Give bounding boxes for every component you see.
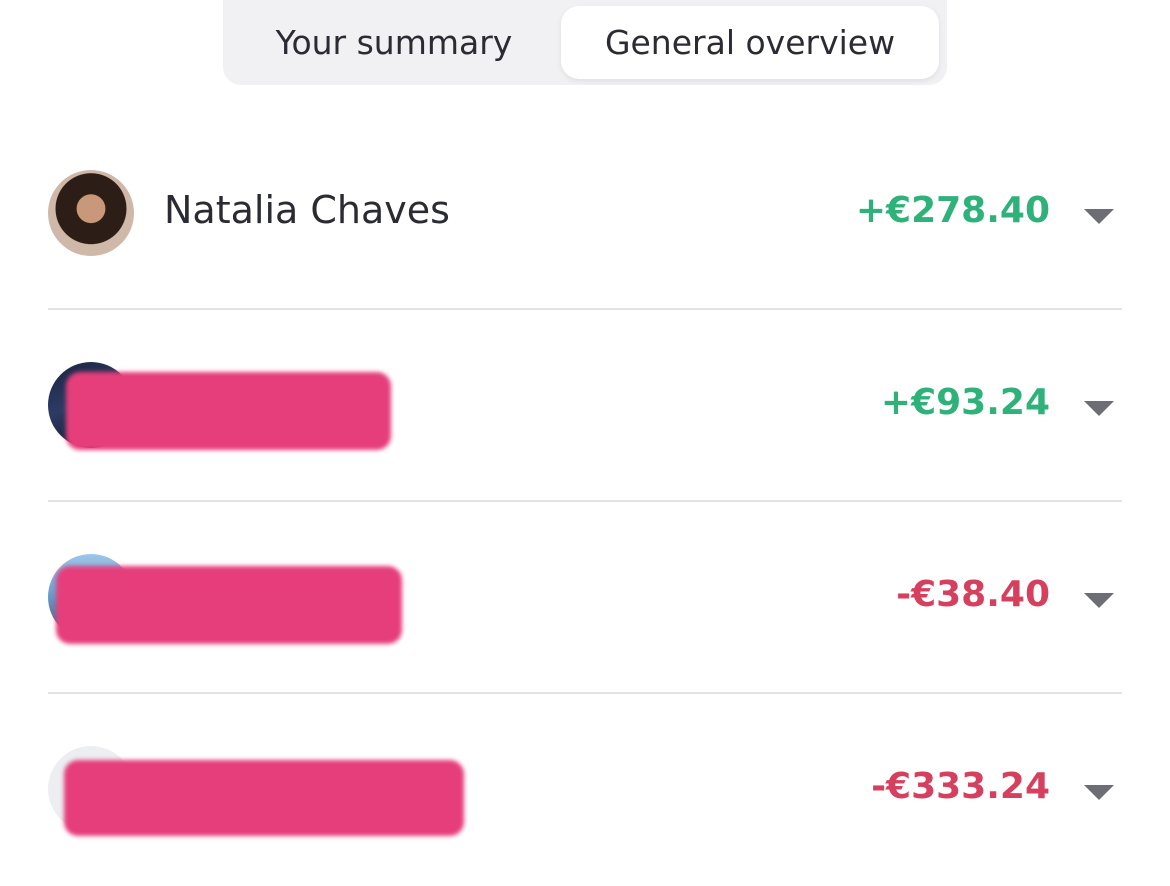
balance-row[interactable]: -€38.40: [48, 502, 1122, 694]
balance-amount: -€38.40: [896, 574, 1050, 615]
redacted-name: [64, 760, 464, 836]
chevron-down-icon[interactable]: [1084, 593, 1114, 608]
chevron-down-icon[interactable]: [1084, 401, 1114, 416]
balance-amount: +€278.40: [855, 190, 1050, 231]
tab-general-overview[interactable]: General overview: [561, 6, 939, 79]
redacted-name: [66, 372, 391, 450]
member-name: Natalia Chaves: [164, 188, 450, 232]
chevron-down-icon[interactable]: [1084, 785, 1114, 800]
balances-list: Natalia Chaves +€278.40 +€93.24 -€38.40 …: [48, 118, 1122, 886]
avatar: [48, 170, 134, 256]
balance-amount: -€333.24: [871, 766, 1050, 807]
balance-row[interactable]: +€93.24: [48, 310, 1122, 502]
balance-amount: +€93.24: [880, 382, 1050, 423]
balance-row[interactable]: -€333.24: [48, 694, 1122, 886]
chevron-down-icon[interactable]: [1084, 209, 1114, 224]
tab-your-summary[interactable]: Your summary: [229, 6, 559, 79]
redacted-name: [56, 566, 402, 644]
balance-row[interactable]: Natalia Chaves +€278.40: [48, 118, 1122, 310]
summary-segmented-control: Your summary General overview: [223, 0, 947, 85]
